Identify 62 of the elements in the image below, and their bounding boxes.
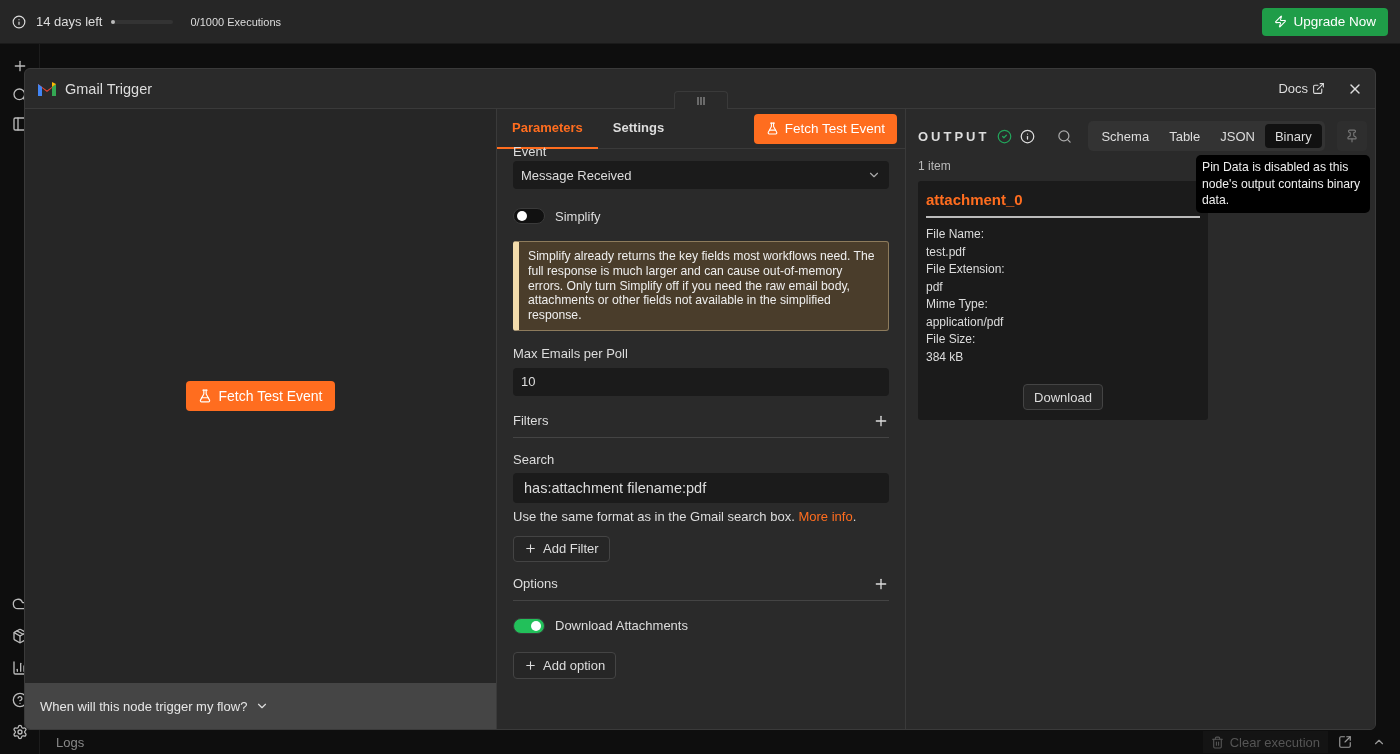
external-link-icon [1312,82,1325,95]
plus-icon [524,542,537,556]
trial-text: 14 days left [36,14,103,29]
info-icon [1020,128,1036,144]
plus-icon[interactable] [873,413,889,429]
search-icon[interactable] [1057,128,1073,144]
dialog-title: Gmail Trigger [65,80,153,97]
item-count: 1 item [918,159,951,173]
field-label: Search [513,452,556,467]
trigger-question[interactable]: When will this node trigger my flow? [40,698,248,714]
field-value: pdf [926,278,944,296]
view-tab[interactable]: Schema [1091,124,1160,148]
search-query-field[interactable]: has:attachment filename:pdf [513,473,889,503]
simplify-toggle[interactable] [513,208,545,224]
view-tab[interactable]: JSON [1210,124,1265,148]
panel-tab[interactable]: Settings [597,108,680,149]
info-icon [12,14,26,29]
plus-icon[interactable] [873,576,889,592]
tooltip: Pin Data is disabled as this node's output contains binary data. [1196,155,1370,214]
pop-out-icon[interactable] [1338,735,1352,749]
field-value: application/pdf [926,313,1005,331]
field-value: test.pdf [926,243,967,261]
event-select[interactable]: Message Received [513,161,889,189]
output-title: OUTPUT [918,128,990,144]
grip-icon [697,96,705,105]
drag-handle[interactable] [674,91,728,109]
add-option-button[interactable]: Add option [513,652,617,679]
field-label: File Name: [926,226,985,243]
logs-label[interactable]: Logs [56,734,85,750]
max-emails-field[interactable]: 10 [513,368,889,396]
plus-icon [524,659,537,672]
flask-icon [198,389,213,403]
download-button[interactable]: Download [1023,384,1103,410]
add-filter-button[interactable]: Add Filter [513,536,610,562]
field-label: Max Emails per Poll [513,346,629,361]
view-tab[interactable]: Binary [1264,124,1322,148]
mail-logo-icon [37,81,57,96]
lightning-icon [1274,15,1288,28]
section-label: Options [513,576,558,592]
upgrade-button[interactable]: Upgrade Now [1262,7,1388,36]
settings-icon[interactable] [11,724,28,740]
more-info-link[interactable]: More info [798,509,853,524]
toggle-label: Simplify [555,208,601,224]
field-label: File Extension: [926,261,1006,278]
field-label: Mime Type: [926,296,989,313]
docs-link[interactable]: Docs [1278,81,1325,96]
trial-progress [110,19,173,24]
field-label: File Size: [926,331,977,348]
success-check-icon [997,128,1013,144]
toggle-label: Download Attachments [555,618,688,634]
pin-button[interactable] [1336,121,1367,151]
executions-count: 0/1000 Executions [190,15,281,28]
download-attachments-toggle[interactable] [513,618,545,634]
trigger-question-bar[interactable]: When will this node trigger my flow? [25,683,496,729]
warning-notice: Simplify already returns the key fields most workflows need. The full response is much larger and can cause out-of-memory errors. Only turn Simplify off if you need the raw email body, attachments or other fields not available in the simplified response. [513,241,889,331]
flask-icon [765,122,779,135]
pin-icon [1344,129,1359,143]
field-value: 384 kB [926,348,965,366]
hint-text: Use the same format as in the Gmail search box. More info. [513,509,858,524]
view-tab[interactable]: Table [1159,124,1211,148]
trash-icon [1210,735,1224,749]
section-label: Filters [513,413,549,429]
